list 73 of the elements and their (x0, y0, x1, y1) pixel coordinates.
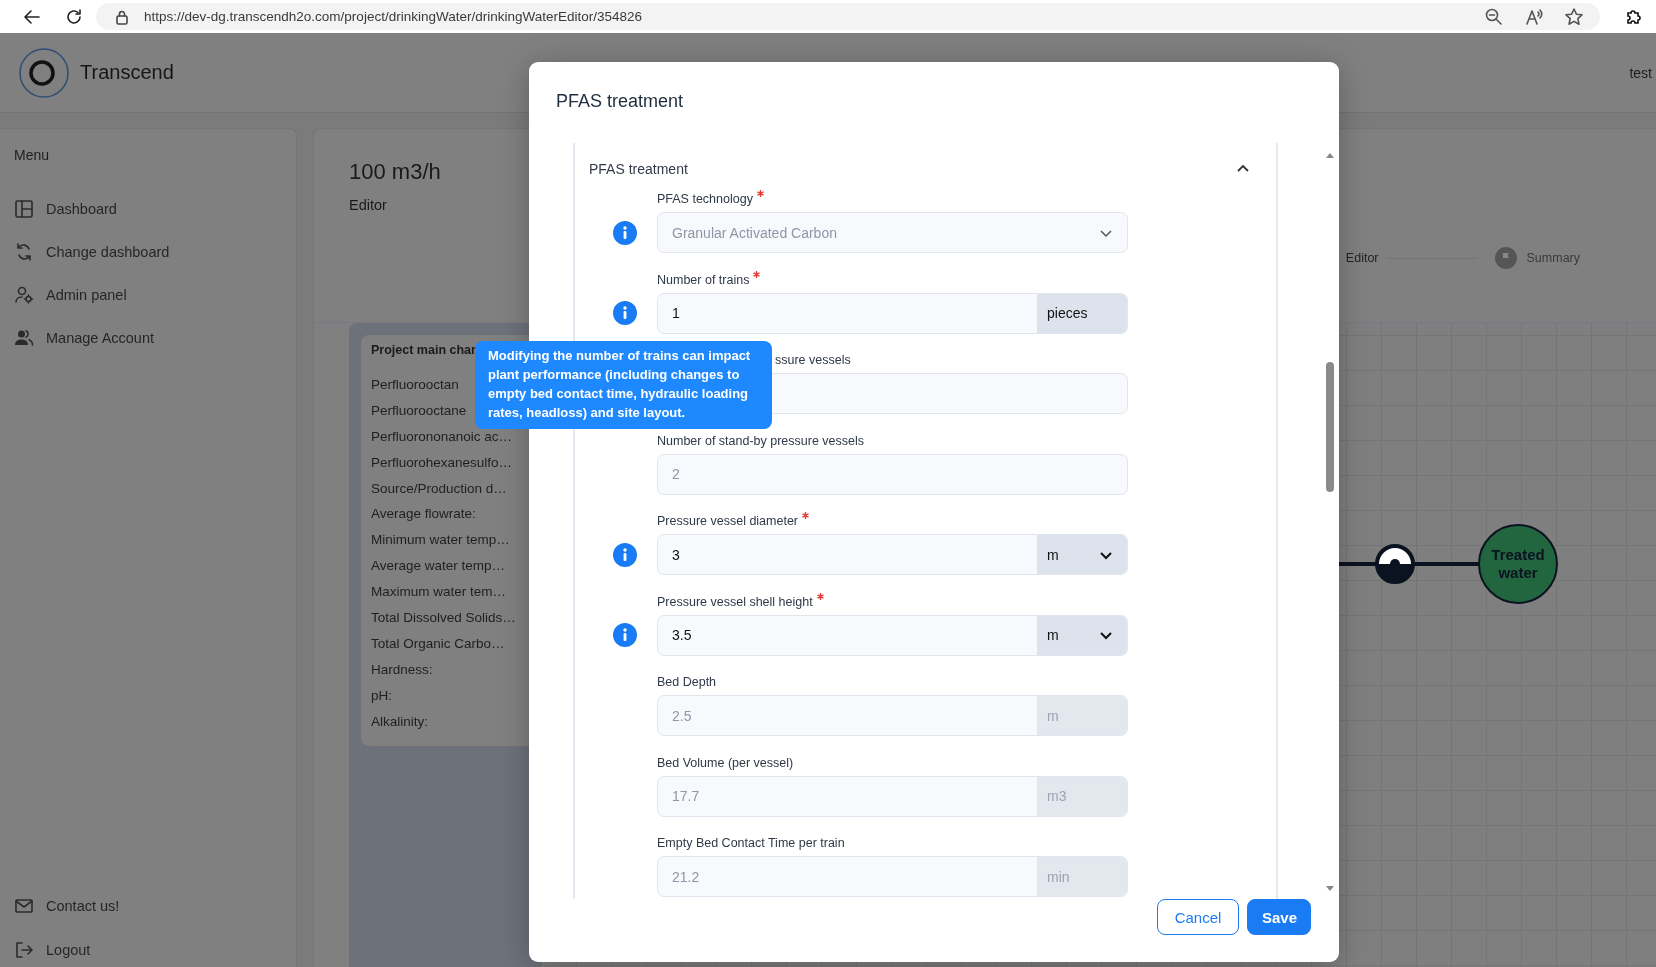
parameter-label: Source/Production d… (371, 480, 507, 498)
step-label[interactable]: Editor (1345, 251, 1379, 265)
input-field[interactable]: 3.5 m (657, 614, 1128, 656)
dialog-title: PFAS treatment (555, 90, 685, 113)
parameter-label: Perfluorooctane (371, 402, 467, 420)
scroll-up-icon[interactable] (1325, 151, 1335, 159)
scroll-thumb[interactable] (1326, 362, 1334, 492)
field-label: Bed Depth (657, 675, 717, 689)
field-label: Number of trains (657, 272, 750, 287)
unit-dropdown[interactable]: m (1037, 615, 1127, 655)
field-label: Bed Volume (per vessel) (657, 755, 794, 770)
info-icon[interactable] (613, 623, 637, 647)
refresh-icon (14, 242, 34, 262)
parameter-label: Hardness: (371, 661, 433, 679)
step-label[interactable]: Summary (1526, 251, 1580, 265)
project-title: 100 m3/h (349, 159, 441, 185)
field-label: ssure vessels (775, 353, 851, 367)
flag-icon (1494, 247, 1517, 269)
parameter-label: Perfluorohexanesulfo… (371, 454, 513, 472)
unit-label: min (1037, 857, 1127, 896)
unit-dropdown[interactable]: m (1037, 535, 1127, 574)
field-label: Number of stand-by pressure vessels (657, 433, 865, 448)
nav-item[interactable]: Contact us! (14, 895, 296, 917)
zoom-out-icon[interactable] (1484, 6, 1504, 27)
parameter-label: Perfluorooctan (371, 377, 459, 394)
reload-icon[interactable] (64, 6, 84, 27)
field-label: PFAS technology (657, 192, 753, 206)
user-gear-icon (14, 285, 34, 305)
nav-item[interactable]: Admin panel (14, 284, 296, 306)
parameter-label: pH: (371, 687, 392, 705)
url-text: https://dev-dg.transcendh2o.com/project/drinkingWater/drinkingWaterEditor/354826 (144, 9, 642, 24)
treated-water-node[interactable]: Treated water (1478, 524, 1558, 604)
parameter-label: Maximum water tem… (371, 584, 507, 602)
parameter-label: Alkalinity: (371, 713, 429, 731)
nav-item[interactable]: Dashboard (14, 198, 296, 220)
parameter-label: Total Organic Carbo… (371, 635, 505, 653)
parameter-label: Average flowrate: (371, 506, 476, 524)
nav-item[interactable]: Logout (14, 939, 296, 961)
users-icon (14, 328, 34, 348)
section-header[interactable]: PFAS treatment (575, 150, 1276, 188)
info-icon[interactable] (613, 301, 637, 325)
field-label: Pressure vessel diameter (657, 514, 799, 528)
scroll-down-icon[interactable] (1325, 885, 1335, 893)
nav-item[interactable]: Change dashboard (14, 241, 296, 263)
lock-icon (114, 8, 130, 25)
cancel-button[interactable]: Cancel (1157, 899, 1239, 935)
menu-title: Menu (14, 147, 51, 163)
tooltip: Modifying the number of trains can impact plant performance (including changes to empty bed contact time, hydraulic loading rates, headloss) and site layout. (475, 341, 772, 429)
page-subtitle: Editor (349, 197, 388, 213)
unit-label: pieces (1037, 293, 1127, 333)
address-bar[interactable]: https://dev-dg.transcendh2o.com/project/drinkingWater/drinkingWaterEditor/354826 (96, 3, 1600, 30)
unit-label: m3 (1037, 776, 1127, 816)
info-icon[interactable] (613, 542, 637, 567)
field-label: Empty Bed Contact Time per train (657, 836, 845, 850)
mail-icon (14, 896, 34, 916)
logout-icon (14, 940, 34, 960)
input-field[interactable]: 3 m (657, 534, 1128, 575)
brand-name: Transcend (80, 61, 174, 84)
field-label: Pressure vessel shell height (657, 594, 813, 609)
user-email: test (1629, 64, 1652, 81)
layout-icon (14, 199, 34, 219)
unit-label: m (1037, 696, 1127, 735)
logo-icon[interactable] (18, 46, 70, 99)
parameter-label: Perfluorononanoic ac… (371, 428, 513, 446)
input-field[interactable]: 1 pieces (657, 292, 1128, 334)
parameter-label: Minimum water temp… (371, 532, 510, 550)
nav-item[interactable]: Manage Account (14, 327, 296, 349)
star-icon[interactable] (1564, 6, 1584, 27)
read-aloud-icon[interactable] (1524, 6, 1544, 27)
parameter-label: Average water temp… (371, 558, 506, 576)
parameter-label: Total Dissolved Solids… (371, 610, 516, 627)
valve-icon[interactable] (1375, 544, 1415, 584)
save-button[interactable]: Save (1247, 899, 1311, 935)
